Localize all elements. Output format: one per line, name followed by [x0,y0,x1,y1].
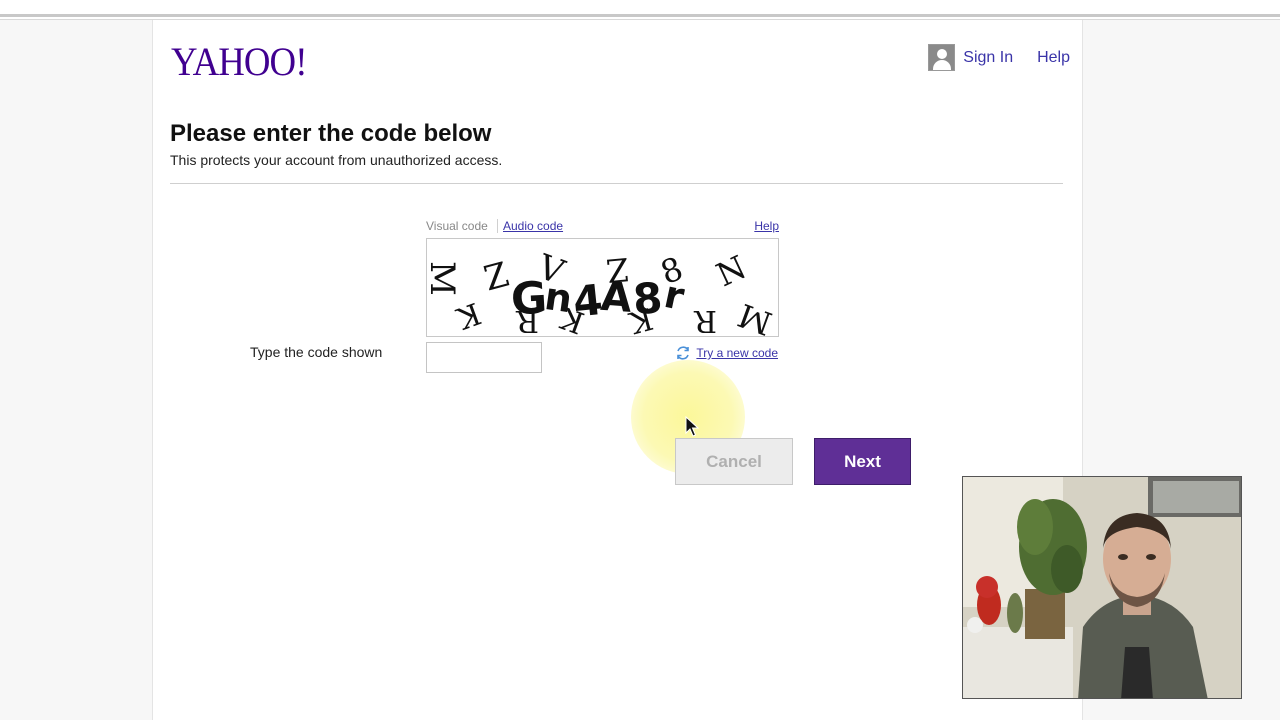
svg-text:R: R [693,303,717,337]
svg-text:K: K [452,295,486,336]
mouse-cursor-icon [685,416,700,437]
yahoo-logo[interactable]: YAHOO! [171,38,307,85]
svg-text:Z: Z [480,255,513,300]
header-nav: Sign In Help [928,44,1070,71]
webcam-video-frame [963,477,1241,698]
svg-text:M: M [427,261,462,296]
svg-text:8: 8 [631,273,664,324]
tab-visual-code[interactable]: Visual code [426,219,488,233]
page-subtitle: This protects your account from unauthor… [170,152,503,168]
page-container: YAHOO! Sign In Help Please enter the cod… [152,20,1083,720]
captcha-code-input[interactable] [426,342,542,373]
cancel-button[interactable]: Cancel [675,438,793,485]
webcam-overlay [962,476,1242,699]
next-button[interactable]: Next [814,438,911,485]
captcha-help-link[interactable]: Help [754,219,779,233]
try-new-code-link[interactable]: Try a new code [675,345,778,361]
page-title: Please enter the code below [170,120,492,147]
header-help-link[interactable]: Help [1037,49,1070,67]
svg-text:A: A [599,274,633,322]
code-label: Type the code shown [250,344,383,360]
divider [170,183,1063,184]
sign-in-link[interactable]: Sign In [963,49,1013,67]
captcha-image: M K Z R V K Z K 8 R N M G n 4 A 8 r [426,238,779,337]
svg-text:N: N [711,248,752,294]
user-icon[interactable] [928,44,956,71]
tab-separator [497,219,498,233]
captcha-distorted-text: M K Z R V K Z K 8 R N M G n 4 A 8 r [427,247,777,337]
try-new-code-label: Try a new code [696,346,778,360]
refresh-icon [677,346,690,360]
tab-audio-code[interactable]: Audio code [503,219,563,233]
svg-text:M: M [733,296,777,337]
browser-top-bar [0,0,1280,20]
